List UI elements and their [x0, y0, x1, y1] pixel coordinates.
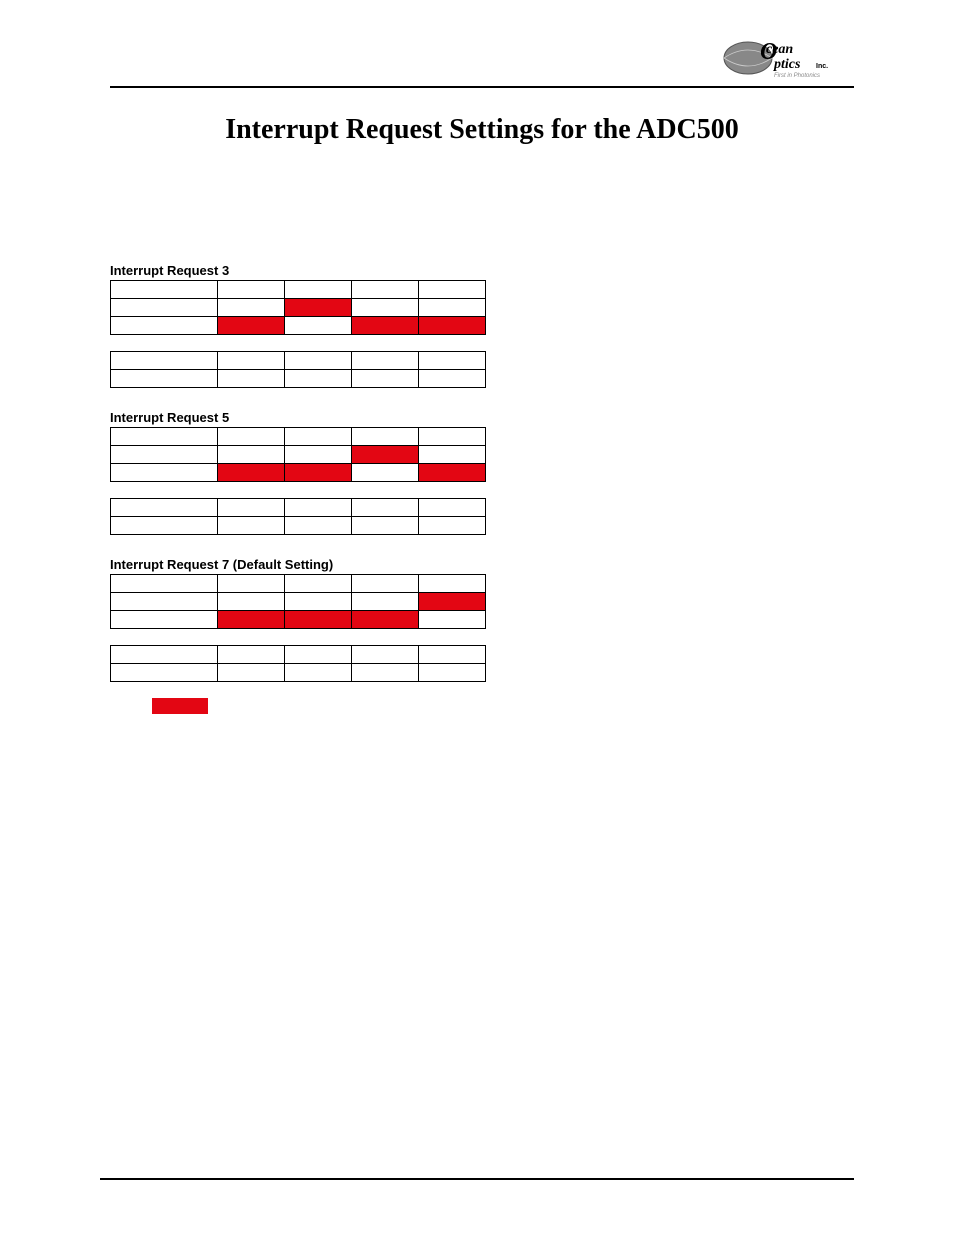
switch-cell	[352, 592, 419, 610]
pos-cell: 7	[352, 645, 419, 663]
switch-cell	[419, 369, 486, 387]
switch-cell	[218, 610, 285, 628]
pos-cell: 1	[218, 427, 285, 445]
on-label: on	[111, 445, 218, 463]
switch-cell	[419, 610, 486, 628]
switch-cell	[285, 369, 352, 387]
pos-cell: 7	[352, 498, 419, 516]
pos-cell: 7	[352, 351, 419, 369]
pos-cell: 1	[218, 280, 285, 298]
pos-cell: 6	[285, 498, 352, 516]
logo-tagline: First in Photonics	[774, 73, 820, 79]
pos-cell: 8	[419, 645, 486, 663]
switch-cell	[352, 445, 419, 463]
switch-cell	[218, 463, 285, 481]
pos-cell: 8	[419, 351, 486, 369]
switch-cell	[218, 298, 285, 316]
pos-cell: 4	[419, 280, 486, 298]
pos-cell: 8	[419, 498, 486, 516]
header-bar: cean O ptics Inc. First in Photonics	[110, 30, 854, 88]
switch-cell	[352, 369, 419, 387]
logo-text-line2: ptics	[773, 57, 801, 72]
pos-cell: 5	[218, 645, 285, 663]
page-title: Interrupt Request Settings for the ADC50…	[110, 114, 854, 146]
note-cell	[111, 369, 218, 387]
switch-cell	[419, 592, 486, 610]
pos-cell: 4	[419, 427, 486, 445]
switch-cell	[285, 298, 352, 316]
switch-cell	[419, 516, 486, 534]
section-heading-irq5: Interrupt Request 5	[110, 410, 854, 425]
note-cell	[111, 663, 218, 681]
switch-cell	[419, 663, 486, 681]
legend-prefix: Legend:	[110, 700, 146, 711]
switch-cell	[218, 516, 285, 534]
legend-swatch	[152, 698, 208, 714]
table-label: SW2	[111, 427, 218, 445]
pos-cell: 6	[285, 351, 352, 369]
sw2-table-irq5: SW2 1 2 3 4 on off	[110, 427, 486, 482]
pos-cell: 3	[352, 280, 419, 298]
table-label: SW2	[111, 574, 218, 592]
sw1-table-irq5: SW1 5 6 7 8	[110, 498, 486, 535]
switch-cell	[218, 316, 285, 334]
pos-cell: 1	[218, 574, 285, 592]
pos-cell: 4	[419, 574, 486, 592]
pos-cell: 5	[218, 498, 285, 516]
note-cell	[111, 516, 218, 534]
legend-meaning: = switch	[214, 700, 250, 711]
table-label: SW1	[111, 645, 218, 663]
switch-cell	[352, 316, 419, 334]
off-label: off	[111, 610, 218, 628]
switch-cell	[352, 463, 419, 481]
switch-cell	[285, 592, 352, 610]
switch-cell	[285, 516, 352, 534]
off-label: off	[111, 463, 218, 481]
table-label: SW2	[111, 280, 218, 298]
pos-cell: 2	[285, 574, 352, 592]
switch-cell	[419, 463, 486, 481]
sw1-table-irq7: SW1 5 6 7 8	[110, 645, 486, 682]
page-number: 33	[843, 1184, 854, 1195]
sw2-table-irq3: SW2 1 2 3 4 on off	[110, 280, 486, 335]
switch-cell	[218, 663, 285, 681]
pos-cell: 3	[352, 427, 419, 445]
switch-cell	[218, 369, 285, 387]
logo-inc: Inc.	[816, 63, 828, 70]
sw1-table-irq3: SW1 5 6 7 8	[110, 351, 486, 388]
switch-cell	[285, 610, 352, 628]
switch-cell	[218, 445, 285, 463]
switch-cell	[285, 663, 352, 681]
page-footer: 33	[100, 1178, 854, 1195]
legend-row: Legend: = switch	[110, 698, 854, 714]
switch-cell	[419, 445, 486, 463]
pos-cell: 6	[285, 645, 352, 663]
on-label: on	[111, 298, 218, 316]
switch-cell	[218, 592, 285, 610]
switch-cell	[352, 298, 419, 316]
switch-cell	[419, 298, 486, 316]
on-label: on	[111, 592, 218, 610]
switch-cell	[285, 445, 352, 463]
pos-cell: 2	[285, 280, 352, 298]
switch-cell	[352, 663, 419, 681]
sw2-table-irq7: SW2 1 2 3 4 on off	[110, 574, 486, 629]
pos-cell: 3	[352, 574, 419, 592]
pos-cell: 5	[218, 351, 285, 369]
table-label: SW1	[111, 498, 218, 516]
switch-cell	[285, 463, 352, 481]
switch-cell	[352, 516, 419, 534]
off-label: off	[111, 316, 218, 334]
switch-cell	[285, 316, 352, 334]
section-heading-irq3: Interrupt Request 3	[110, 263, 854, 278]
pos-cell: 2	[285, 427, 352, 445]
table-label: SW1	[111, 351, 218, 369]
intro-text: The following diagrams show switches on …	[110, 186, 854, 233]
switch-cell	[352, 610, 419, 628]
brand-logo: cean O ptics Inc. First in Photonics	[714, 36, 854, 80]
switch-cell	[419, 316, 486, 334]
section-heading-irq7: Interrupt Request 7 (Default Setting)	[110, 557, 854, 572]
